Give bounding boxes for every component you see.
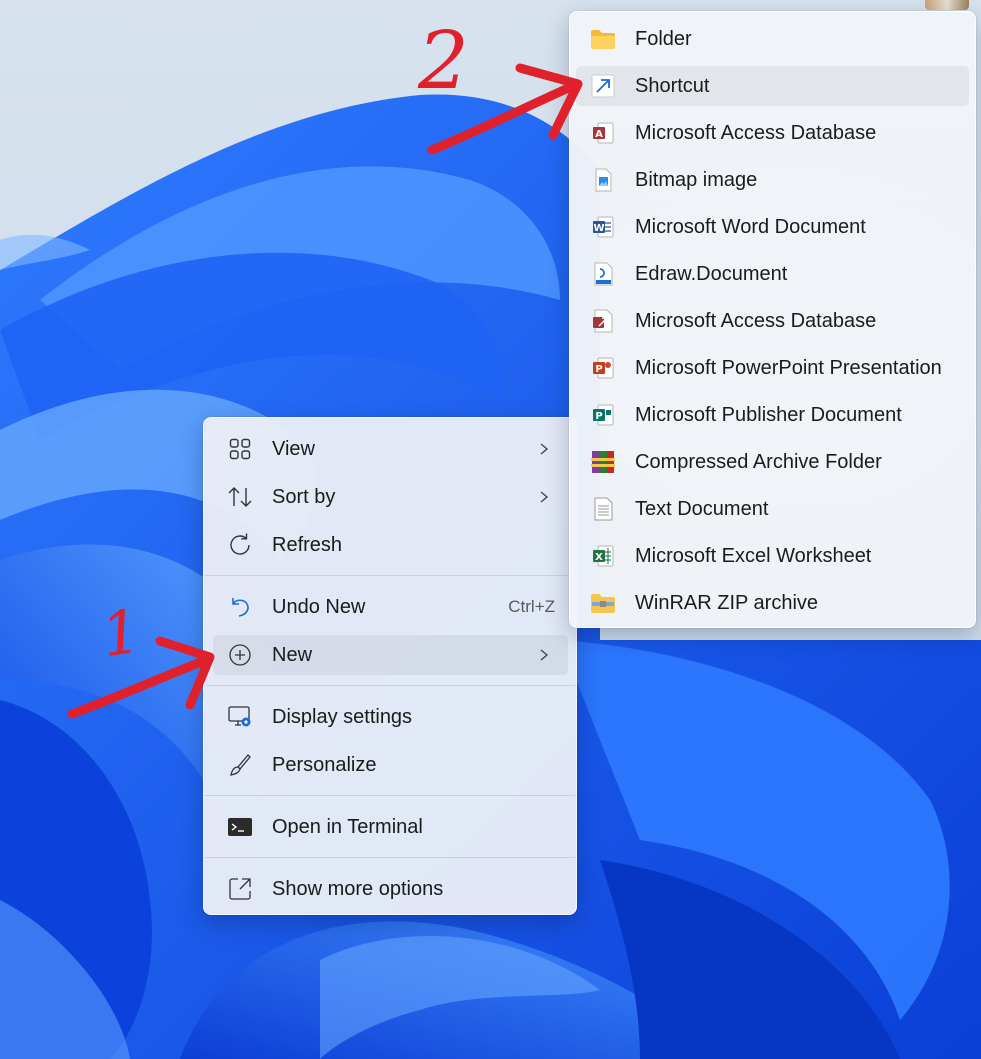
submenu-item-text-document[interactable]: Text Document bbox=[576, 489, 969, 529]
desktop-context-menu: View Sort by Refresh Undo New Ctrl+Z New… bbox=[203, 417, 577, 915]
menu-item-label: View bbox=[272, 437, 315, 460]
menu-item-label: Personalize bbox=[272, 753, 377, 776]
submenu-item-label: Folder bbox=[635, 27, 692, 50]
menu-item-view[interactable]: View bbox=[213, 429, 568, 469]
menu-item-label: Show more options bbox=[272, 877, 444, 900]
submenu-item-label: WinRAR ZIP archive bbox=[635, 591, 819, 614]
menu-separator bbox=[205, 685, 575, 686]
show-more-icon bbox=[227, 876, 253, 902]
menu-item-label: Undo New bbox=[272, 595, 366, 618]
submenu-item-label: Microsoft Word Document bbox=[635, 215, 866, 238]
menu-item-sort-by[interactable]: Sort by bbox=[213, 477, 568, 517]
text-document-icon bbox=[590, 496, 616, 522]
chevron-right-icon bbox=[534, 487, 554, 507]
new-submenu: Folder Shortcut A Microsoft Access Datab… bbox=[569, 11, 976, 628]
bitmap-icon bbox=[590, 167, 616, 193]
menu-item-open-terminal[interactable]: Open in Terminal bbox=[213, 807, 568, 847]
winrar-zip-icon bbox=[590, 590, 616, 616]
excel-icon: X bbox=[590, 543, 616, 569]
submenu-item-label: Compressed Archive Folder bbox=[635, 450, 882, 473]
menu-item-personalize[interactable]: Personalize bbox=[213, 745, 568, 785]
menu-separator bbox=[205, 795, 575, 796]
submenu-item-bitmap[interactable]: Bitmap image bbox=[576, 160, 969, 200]
submenu-item-powerpoint[interactable]: P Microsoft PowerPoint Presentation bbox=[576, 348, 969, 388]
submenu-item-label: Microsoft Excel Worksheet bbox=[635, 544, 872, 567]
submenu-item-word[interactable]: W Microsoft Word Document bbox=[576, 207, 969, 247]
menu-separator bbox=[205, 575, 575, 576]
chevron-right-icon bbox=[534, 439, 554, 459]
svg-text:P: P bbox=[595, 364, 602, 375]
menu-item-undo-new[interactable]: Undo New Ctrl+Z bbox=[213, 587, 568, 627]
display-settings-icon bbox=[227, 704, 253, 730]
folder-icon bbox=[590, 26, 616, 52]
new-plus-icon bbox=[227, 642, 253, 668]
winrar-archive-icon bbox=[590, 449, 616, 475]
svg-text:A: A bbox=[595, 129, 603, 140]
menu-item-label: Refresh bbox=[272, 533, 343, 556]
menu-item-label: Open in Terminal bbox=[272, 815, 423, 838]
submenu-item-label: Edraw.Document bbox=[635, 262, 788, 285]
submenu-item-label: Microsoft Access Database bbox=[635, 121, 877, 144]
submenu-item-edraw[interactable]: Edraw.Document bbox=[576, 254, 969, 294]
submenu-item-compressed-archive[interactable]: Compressed Archive Folder bbox=[576, 442, 969, 482]
svg-text:P: P bbox=[595, 411, 602, 422]
corner-avatar-icon bbox=[925, 0, 969, 10]
menu-separator bbox=[205, 857, 575, 858]
submenu-item-winrar-zip[interactable]: WinRAR ZIP archive bbox=[576, 583, 969, 623]
shortcut-hint: Ctrl+Z bbox=[508, 597, 555, 616]
access-alt-icon bbox=[590, 308, 616, 334]
submenu-item-label: Microsoft PowerPoint Presentation bbox=[635, 356, 942, 379]
edraw-icon bbox=[590, 261, 616, 287]
submenu-item-access-database[interactable]: A Microsoft Access Database bbox=[576, 113, 969, 153]
menu-item-label: Sort by bbox=[272, 485, 336, 508]
menu-item-show-more-options[interactable]: Show more options bbox=[213, 869, 568, 909]
chevron-right-icon bbox=[534, 645, 554, 665]
menu-item-refresh[interactable]: Refresh bbox=[213, 525, 568, 565]
view-grid-icon bbox=[227, 436, 253, 462]
powerpoint-icon: P bbox=[590, 355, 616, 381]
submenu-item-label: Shortcut bbox=[635, 74, 710, 97]
submenu-item-access-database-2[interactable]: Microsoft Access Database bbox=[576, 301, 969, 341]
shortcut-arrow-icon bbox=[590, 73, 616, 99]
undo-icon bbox=[227, 594, 253, 620]
word-icon: W bbox=[590, 214, 616, 240]
submenu-item-publisher[interactable]: P Microsoft Publisher Document bbox=[576, 395, 969, 435]
sort-arrows-icon bbox=[227, 484, 253, 510]
menu-item-label: Display settings bbox=[272, 705, 413, 728]
submenu-item-label: Bitmap image bbox=[635, 168, 758, 191]
svg-text:W: W bbox=[593, 223, 604, 234]
menu-item-new[interactable]: New bbox=[213, 635, 568, 675]
submenu-item-shortcut[interactable]: Shortcut bbox=[576, 66, 969, 106]
publisher-icon: P bbox=[590, 402, 616, 428]
refresh-icon bbox=[227, 532, 253, 558]
menu-item-label: New bbox=[272, 643, 313, 666]
submenu-item-label: Microsoft Publisher Document bbox=[635, 403, 902, 426]
brush-icon bbox=[227, 752, 253, 778]
submenu-item-folder[interactable]: Folder bbox=[576, 19, 969, 59]
svg-text:X: X bbox=[595, 552, 603, 563]
submenu-item-excel[interactable]: X Microsoft Excel Worksheet bbox=[576, 536, 969, 576]
access-icon: A bbox=[590, 120, 616, 146]
terminal-icon bbox=[227, 814, 253, 840]
menu-item-display-settings[interactable]: Display settings bbox=[213, 697, 568, 737]
submenu-item-label: Text Document bbox=[635, 497, 769, 520]
submenu-item-label: Microsoft Access Database bbox=[635, 309, 877, 332]
